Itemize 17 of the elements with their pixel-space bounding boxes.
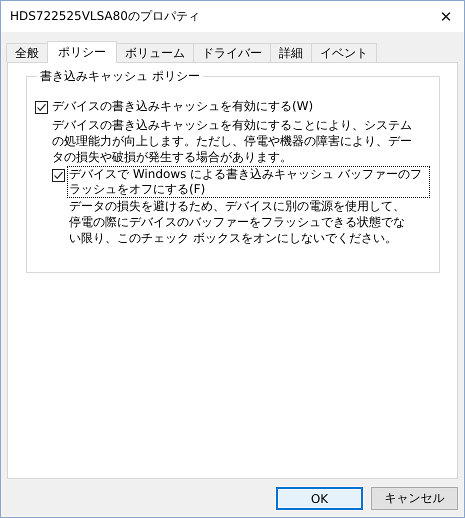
window-title: HDS722525VLSA80のプロパティ (10, 8, 200, 25)
tab[interactable]: 詳細 (270, 43, 312, 62)
checkbox-label[interactable]: デバイスで Windows による書き込みキャッシュ バッファーのフラッシュをオフにする(F) (68, 167, 429, 197)
tab[interactable]: ポリシー (47, 41, 117, 63)
tab[interactable]: 全般 (6, 43, 48, 62)
description-text: データの損失を避けるため、デバイスに別の電源を使用して、停電の際にデバイスのバッファーをフラッシュできる状態でない限り、このチェック ボックスをオンにしないでください。 (69, 198, 406, 246)
description-text: デバイスの書き込みキャッシュを有効にすることにより、システムの処理能力が向上します。ただし、停電や機器の障害により、データの損失や破損が発生する場合があります。 (52, 117, 413, 165)
checkbox[interactable] (35, 101, 48, 114)
tab[interactable]: ドライバー (193, 43, 271, 62)
tab[interactable]: イベント (311, 43, 377, 62)
close-icon[interactable]: ✕ (436, 8, 456, 26)
checkbox-label[interactable]: デバイスの書き込みキャッシュを有効にする(W) (51, 99, 314, 114)
group-title: 書き込みキャッシュ ポリシー (39, 68, 201, 85)
checkbox[interactable] (52, 169, 65, 182)
cancel-button[interactable]: キャンセル (371, 487, 458, 510)
tab[interactable]: ボリューム (116, 43, 194, 62)
ok-button[interactable]: OK (276, 487, 363, 510)
